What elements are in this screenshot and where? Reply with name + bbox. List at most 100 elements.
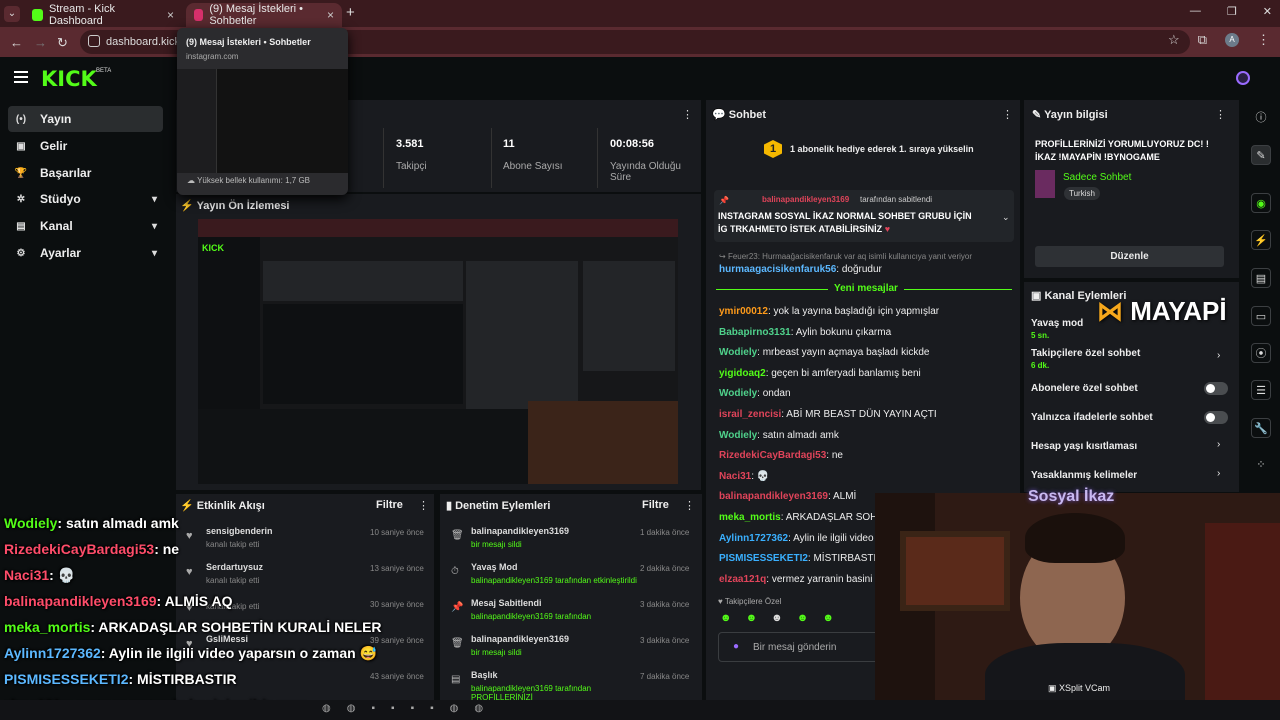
hover-card-thumbnail: [177, 69, 348, 173]
more-options-icon[interactable]: ⋮: [682, 108, 693, 121]
sidebar-item-studyo[interactable]: ✲ Stüdyo ▾: [8, 186, 163, 212]
profile-avatar[interactable]: A: [1225, 33, 1239, 47]
taskbar-app-icon[interactable]: ◍: [450, 703, 459, 714]
taskbar-app-icon[interactable]: ▪: [391, 703, 395, 714]
emote-only-toggle[interactable]: [1204, 411, 1228, 424]
edit-button[interactable]: Düzenle: [1035, 246, 1224, 267]
language-tag[interactable]: Turkish: [1064, 187, 1100, 200]
tab-search-icon[interactable]: ⌄: [4, 6, 20, 22]
chat-username[interactable]: yigidoaq2: [719, 368, 766, 379]
right-toolbar: ⓘ ✎ ◉ ⚡ ▤ ▭ ⦿ ☰ 🔧 ⁘: [1243, 100, 1280, 500]
bookmark-star-icon[interactable]: ☆: [1168, 32, 1180, 48]
chat-icon[interactable]: ▭: [1251, 306, 1271, 326]
chat-text: : ondan: [757, 388, 791, 400]
edit-icon[interactable]: ✎: [1251, 145, 1271, 165]
sidebar-item-yayin[interactable]: (•) Yayın: [8, 106, 163, 132]
menu-icon[interactable]: [14, 71, 28, 83]
chat-username[interactable]: israil_zencisi: [719, 409, 781, 420]
close-tab-icon[interactable]: ×: [167, 8, 174, 22]
moderation-subject[interactable]: Mesaj Sabitlendi: [471, 598, 641, 608]
pinned-message[interactable]: 📌 balinapandikleyen3169 tarafından sabit…: [714, 190, 1014, 242]
chat-message: ymir00012: yok la yayına başladığı için …: [719, 306, 939, 317]
user-avatar[interactable]: [1236, 71, 1250, 85]
action-account-age[interactable]: Hesap yaşı kısıtlaması: [1031, 441, 1137, 452]
taskbar-app-icon[interactable]: ◍: [322, 703, 331, 714]
back-icon[interactable]: ←: [10, 35, 23, 50]
sidebar-item-kanal[interactable]: ▤ Kanal ▾: [8, 213, 163, 239]
taskbar-app-icon[interactable]: ▪: [411, 703, 415, 714]
minimize-icon[interactable]: —: [1190, 5, 1201, 18]
moderation-subject[interactable]: Başlık: [471, 670, 641, 680]
taskbar-app-icon[interactable]: ◍: [474, 703, 483, 714]
more-options-icon[interactable]: ⋮: [684, 499, 695, 512]
broadcast-icon[interactable]: ⦿: [1251, 343, 1271, 363]
kick-favicon-icon: [32, 9, 43, 21]
restore-icon[interactable]: ❐: [1227, 5, 1237, 18]
action-slow-mode[interactable]: Yavaş mod 5 sn.: [1031, 318, 1083, 340]
gift-banner-text[interactable]: 1 abonelik hediye ederek 1. sıraya yükse…: [790, 144, 974, 154]
emote-icon[interactable]: ☻: [822, 612, 834, 624]
extensions-icon[interactable]: ⧉: [1198, 32, 1207, 48]
taskbar-app-icon[interactable]: ▪: [371, 703, 375, 714]
close-window-icon[interactable]: ✕: [1263, 5, 1272, 18]
lightning-icon[interactable]: ⚡: [1251, 230, 1271, 250]
chevron-down-icon[interactable]: ⌄: [1002, 212, 1010, 223]
kick-logo[interactable]: KICK: [41, 67, 97, 91]
chevron-right-icon[interactable]: ›: [1217, 439, 1220, 450]
browser-menu-icon[interactable]: ⋮: [1257, 32, 1270, 48]
reload-icon[interactable]: ↻: [57, 35, 68, 51]
chevron-down-icon[interactable]: ▾: [152, 194, 157, 205]
category-link[interactable]: Sadece Sohbet: [1063, 172, 1131, 183]
moderation-subject[interactable]: balinapandikleyen3169: [471, 634, 641, 644]
filter-button[interactable]: Filtre: [642, 499, 669, 511]
moderation-subject[interactable]: balinapandikleyen3169: [471, 526, 641, 536]
chat-username[interactable]: Wodiely: [719, 347, 757, 358]
more-icon[interactable]: ⁘: [1251, 455, 1271, 475]
chat-username[interactable]: Wodiely: [719, 430, 757, 441]
more-options-icon[interactable]: ⋮: [1002, 108, 1013, 121]
sidebar-item-gelir[interactable]: ▣ Gelir: [8, 133, 163, 159]
chevron-right-icon[interactable]: ›: [1217, 468, 1220, 479]
chat-username[interactable]: elzaa121q: [719, 574, 766, 585]
chat-username[interactable]: Babapirno3131: [719, 327, 791, 338]
chevron-down-icon[interactable]: ▾: [152, 221, 157, 232]
info-icon[interactable]: ⓘ: [1251, 108, 1271, 128]
list-icon[interactable]: ☰: [1251, 380, 1271, 400]
more-options-icon[interactable]: ⋮: [1215, 108, 1226, 121]
action-follower-only[interactable]: Takipçilere özel sohbet 6 dk.: [1031, 348, 1140, 370]
emote-icon[interactable]: ☻: [746, 612, 758, 624]
site-info-icon[interactable]: [88, 35, 100, 47]
close-tab-icon[interactable]: ×: [327, 8, 334, 22]
tab-kick-dashboard[interactable]: Stream - Kick Dashboard ×: [24, 3, 182, 27]
chat-username[interactable]: meka_mortis: [719, 512, 781, 523]
subscriber-only-toggle[interactable]: [1204, 382, 1228, 395]
chat-username[interactable]: Wodiely: [719, 388, 757, 399]
stream-preview-video[interactable]: KICK: [198, 219, 678, 484]
emote-icon[interactable]: ☻: [797, 612, 809, 624]
wrench-icon[interactable]: 🔧: [1251, 418, 1271, 438]
chevron-right-icon[interactable]: ›: [1217, 350, 1220, 361]
chat-username[interactable]: ymir00012: [719, 306, 768, 317]
mic-icon[interactable]: ●: [733, 641, 739, 652]
chat-username[interactable]: RizedekiCayBardagi53: [719, 450, 826, 461]
forward-icon[interactable]: →: [34, 35, 47, 50]
new-tab-button[interactable]: +: [346, 4, 355, 21]
chevron-down-icon[interactable]: ▾: [152, 248, 157, 259]
document-icon[interactable]: ▤: [1251, 268, 1271, 288]
sidebar-item-basarilar[interactable]: 🏆 Başarılar: [8, 160, 163, 186]
chat-username[interactable]: balinapandikleyen3169: [719, 491, 828, 502]
taskbar-app-icon[interactable]: ▪: [430, 703, 434, 714]
chat-username[interactable]: PISMISESSEKETI2: [719, 553, 808, 564]
chat-text: : MİSTIRBASTIR: [807, 553, 884, 565]
taskbar-app-icon[interactable]: ◍: [347, 703, 356, 714]
camera-icon[interactable]: ◉: [1251, 193, 1271, 213]
chat-username[interactable]: Naci31: [719, 471, 751, 482]
chat-username[interactable]: Aylinn1727362: [719, 533, 788, 544]
sidebar-item-ayarlar[interactable]: ⚙ Ayarlar ▾: [8, 240, 163, 266]
chat-text: : Aylin ile ilgili video y: [788, 532, 882, 544]
action-banned-words[interactable]: Yasaklanmış kelimeler: [1031, 470, 1137, 481]
emote-icon[interactable]: ☻: [720, 612, 732, 624]
tab-instagram[interactable]: (9) Mesaj İstekleri • Sohbetler ×: [186, 3, 342, 27]
emote-icon[interactable]: ☻: [771, 612, 783, 624]
moderation-subject[interactable]: Yavaş Mod: [471, 562, 641, 572]
